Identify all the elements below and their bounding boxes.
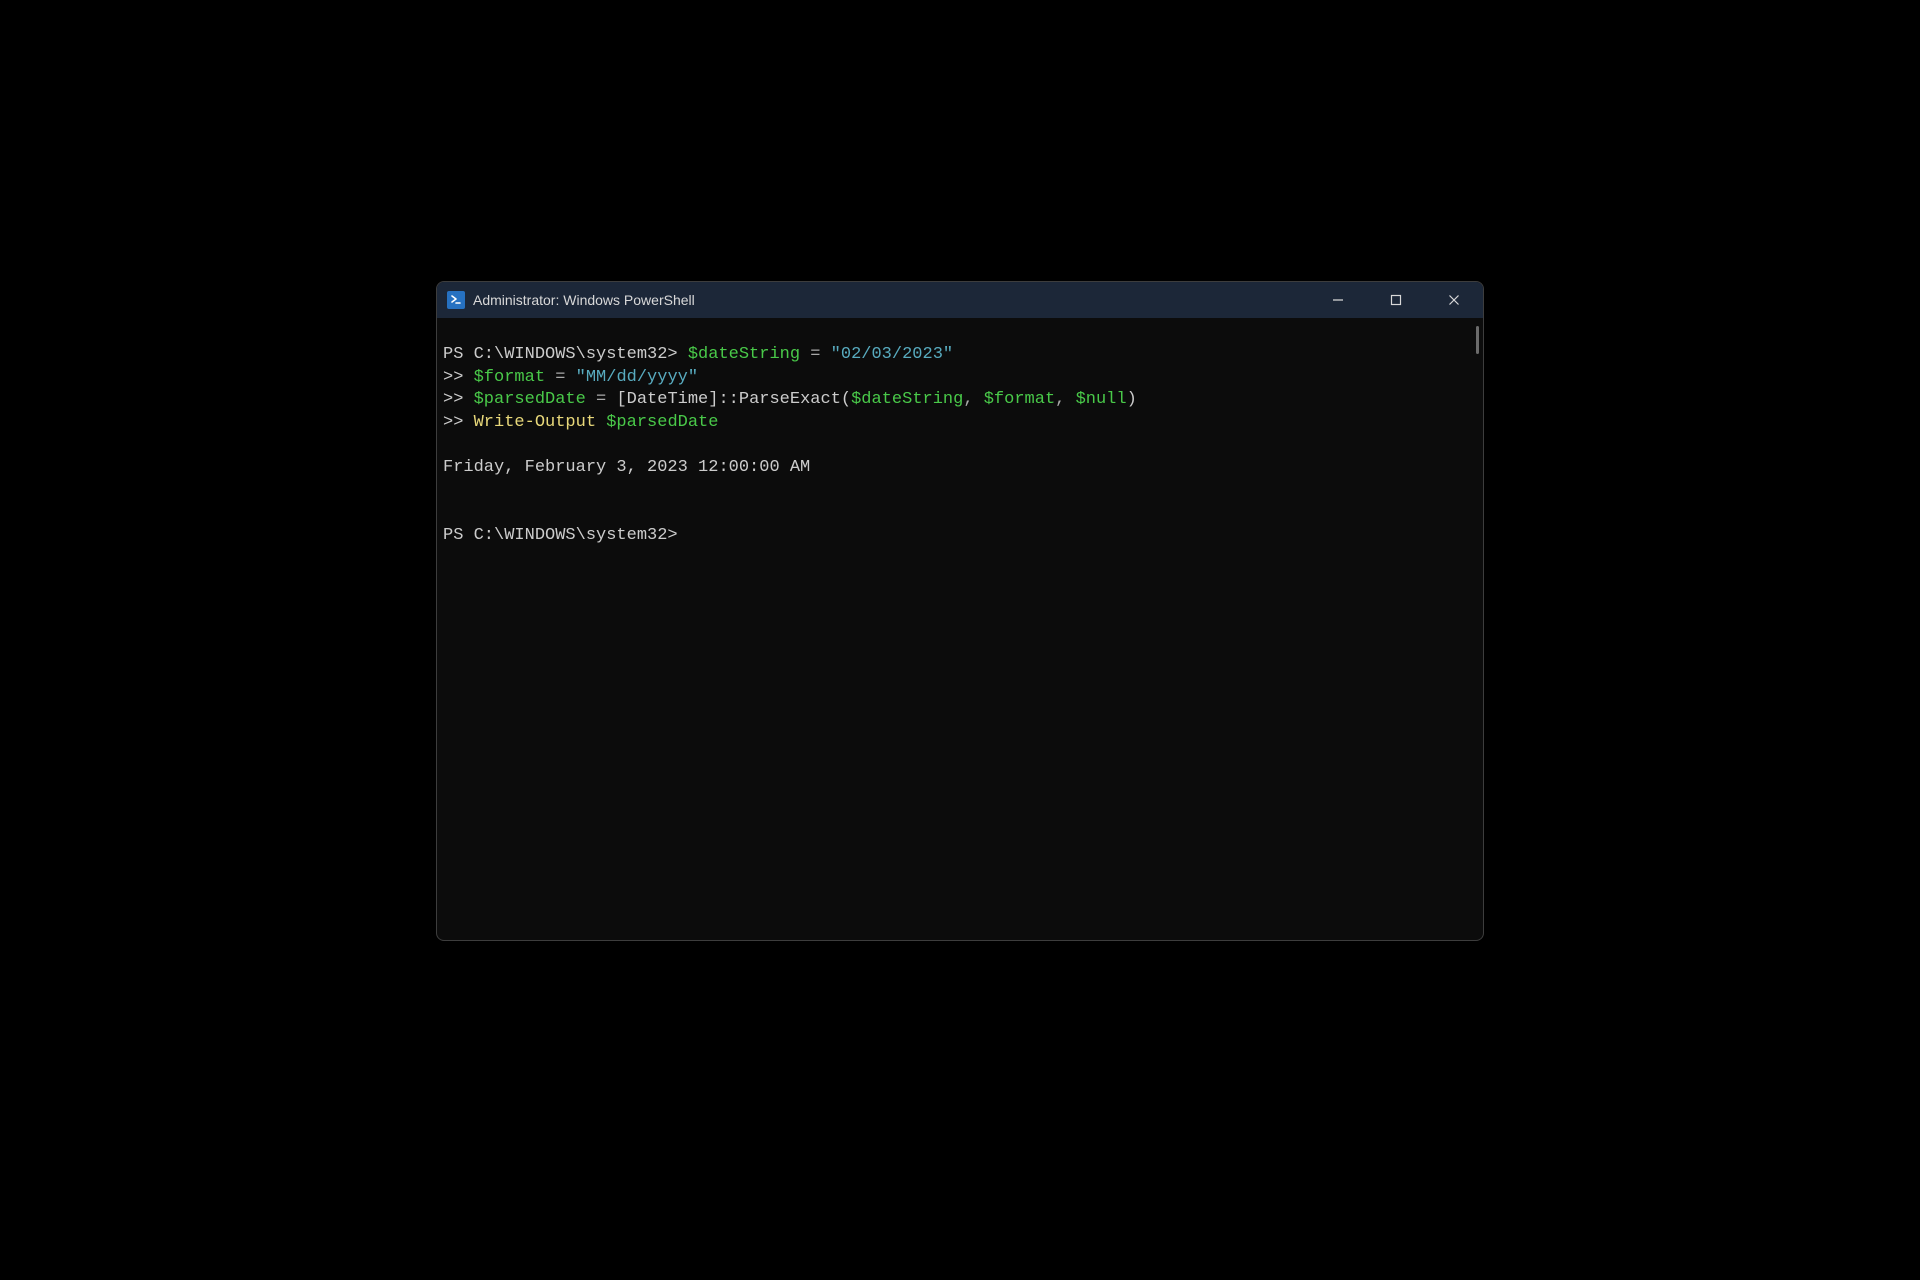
minimize-button[interactable] [1309, 282, 1367, 318]
terminal-line: >> $format = "MM/dd/yyyy" [443, 367, 1477, 390]
prompt: PS C:\WINDOWS\system32> [443, 526, 678, 545]
powershell-icon [447, 291, 465, 309]
window-title: Administrator: Windows PowerShell [473, 292, 695, 308]
string-literal: "MM/dd/yyyy" [576, 368, 698, 387]
titlebar-left: Administrator: Windows PowerShell [447, 291, 1309, 309]
variable: $null [1076, 390, 1127, 409]
terminal-blank-line [443, 480, 1477, 503]
variable: $format [474, 368, 545, 387]
terminal-line: >> $parsedDate = [DateTime]::ParseExact(… [443, 389, 1477, 412]
maximize-button[interactable] [1367, 282, 1425, 318]
variable: $parsedDate [606, 413, 718, 432]
window-controls [1309, 282, 1483, 318]
variable: $dateString [688, 345, 800, 364]
continuation-prompt: >> [443, 413, 474, 432]
string-literal: "02/03/2023" [831, 345, 953, 364]
continuation-prompt: >> [443, 368, 474, 387]
operator: = [810, 345, 820, 364]
terminal-line: PS C:\WINDOWS\system32> [443, 525, 1477, 548]
scrollbar-thumb[interactable] [1476, 326, 1479, 354]
terminal-line: >> Write-Output $parsedDate [443, 412, 1477, 435]
variable: $parsedDate [474, 390, 586, 409]
variable: $format [984, 390, 1055, 409]
cmdlet: Write-Output [474, 413, 596, 432]
prompt: PS C:\WINDOWS\system32> [443, 345, 688, 364]
powershell-window: Administrator: Windows PowerShell PS C:\… [436, 281, 1484, 941]
operator: = [555, 368, 565, 387]
terminal-blank-line [443, 502, 1477, 525]
terminal-blank-line [443, 434, 1477, 457]
operator: = [596, 390, 606, 409]
close-button[interactable] [1425, 282, 1483, 318]
titlebar[interactable]: Administrator: Windows PowerShell [437, 282, 1483, 318]
continuation-prompt: >> [443, 390, 474, 409]
terminal-line: PS C:\WINDOWS\system32> $dateString = "0… [443, 344, 1477, 367]
terminal-body[interactable]: PS C:\WINDOWS\system32> $dateString = "0… [437, 318, 1483, 940]
terminal-output: Friday, February 3, 2023 12:00:00 AM [443, 457, 1477, 480]
variable: $dateString [851, 390, 963, 409]
